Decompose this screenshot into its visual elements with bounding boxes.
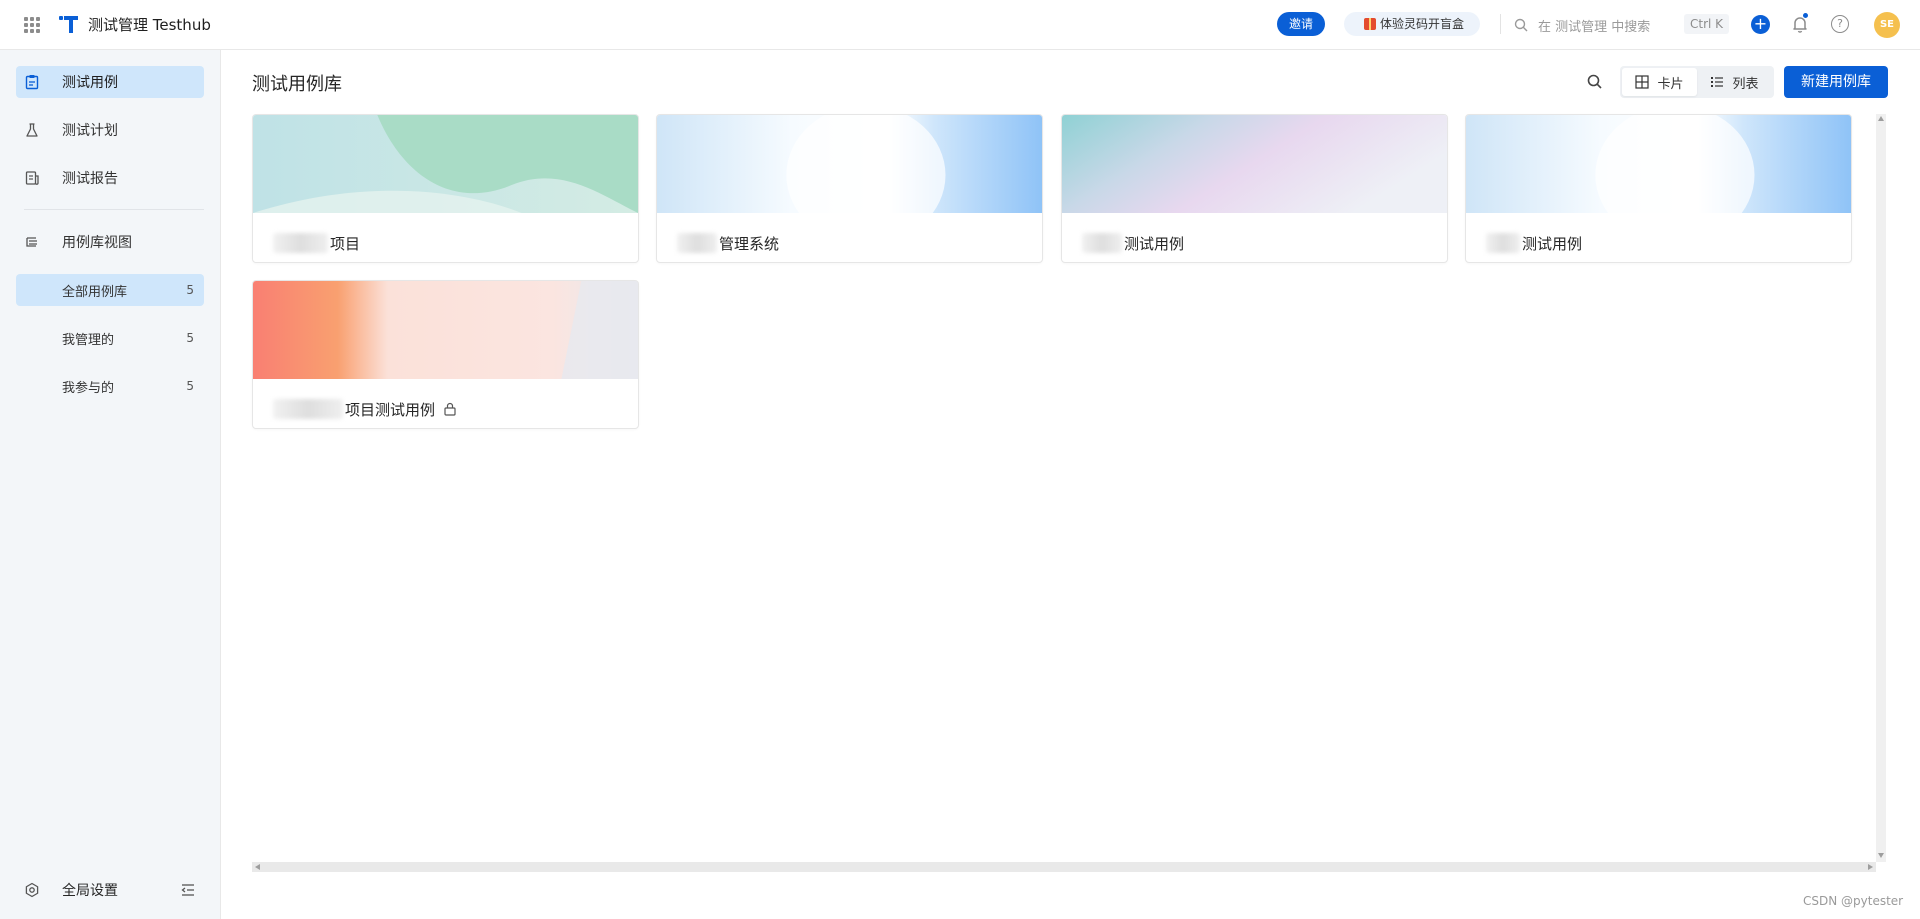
library-card[interactable]: 项目测试用例: [252, 280, 639, 429]
search-icon: [1514, 18, 1528, 32]
testhub-logo-icon: [59, 16, 78, 33]
card-title: 测试用例: [1082, 231, 1184, 255]
report-icon: [25, 171, 39, 185]
horizontal-scrollbar[interactable]: [252, 862, 1876, 872]
card-cover-image: [253, 115, 638, 213]
card-cover-image: [1466, 115, 1851, 213]
redacted-text: [677, 233, 717, 253]
library-card[interactable]: 项目: [252, 114, 639, 263]
list-icon: [1711, 77, 1724, 87]
card-cover-image: [657, 115, 1042, 213]
test-case-icon: [25, 75, 39, 90]
view-toggle: 卡片 列表: [1620, 66, 1774, 98]
scroll-up-icon[interactable]: [1878, 116, 1884, 121]
redacted-text: [1486, 233, 1520, 253]
sidebar-item-label: 我管理的: [62, 332, 115, 348]
card-title-text: 项目测试用例: [345, 400, 436, 419]
sidebar-item-library-view[interactable]: 用例库视图: [16, 226, 204, 258]
sidebar-item-label: 测试报告: [62, 171, 118, 187]
help-icon[interactable]: ?: [1831, 15, 1849, 33]
view-card-button[interactable]: 卡片: [1622, 68, 1697, 96]
card-title: 管理系统: [677, 231, 779, 255]
sidebar-item-test-reports[interactable]: 测试报告: [16, 162, 204, 194]
card-title-text: 项目: [330, 234, 361, 253]
redacted-text: [273, 233, 328, 253]
scroll-right-icon[interactable]: [1868, 864, 1873, 870]
sidebar-item-managed-by-me[interactable]: 我管理的 5: [16, 322, 204, 354]
count-badge: 5: [186, 331, 194, 345]
sidebar-item-label: 全部用例库: [62, 284, 128, 300]
sidebar: 测试用例 测试计划 测试报告 用例库视图 全部用例库 5 我管理的 5 我参与的…: [0, 50, 221, 919]
card-title-text: 测试用例: [1124, 234, 1185, 253]
view-card-label: 卡片: [1657, 76, 1684, 92]
divider: [1500, 14, 1501, 34]
view-list-label: 列表: [1732, 76, 1759, 92]
create-plus-icon[interactable]: +: [1751, 15, 1770, 34]
library-card[interactable]: 管理系统: [656, 114, 1043, 263]
global-settings[interactable]: 全局设置: [16, 874, 204, 906]
card-title: 测试用例: [1486, 231, 1582, 255]
library-view-icon: [26, 237, 37, 247]
settings-icon: [25, 882, 39, 898]
watermark: CSDN @pytester: [1803, 894, 1904, 908]
card-title-text: 管理系统: [719, 234, 780, 253]
card-title: 项目: [273, 231, 360, 255]
lock-icon: [444, 402, 456, 416]
invite-button[interactable]: 邀请: [1277, 12, 1326, 36]
card-cover-image: [253, 281, 638, 379]
settings-label: 全局设置: [62, 883, 118, 899]
count-badge: 5: [186, 379, 194, 393]
collapse-sidebar-icon[interactable]: [180, 882, 196, 898]
new-library-button[interactable]: 新建用例库: [1784, 66, 1888, 98]
promo-label: 体验灵码开盲盒: [1380, 17, 1465, 31]
sidebar-divider: [24, 209, 204, 210]
gift-icon: [1364, 18, 1376, 30]
global-search[interactable]: 在 测试管理 中搜索: [1514, 14, 1650, 36]
app-title: 测试管理 Testhub: [88, 15, 211, 34]
sidebar-item-participating[interactable]: 我参与的 5: [16, 370, 204, 402]
sidebar-item-test-plans[interactable]: 测试计划: [16, 114, 204, 146]
user-avatar[interactable]: SE: [1874, 12, 1900, 38]
page-title: 测试用例库: [252, 74, 342, 95]
vertical-scrollbar[interactable]: [1876, 114, 1886, 862]
count-badge: 5: [186, 283, 194, 297]
sidebar-item-test-cases[interactable]: 测试用例: [16, 66, 204, 98]
scroll-left-icon[interactable]: [255, 864, 260, 870]
notification-dot: [1802, 12, 1809, 19]
brand[interactable]: 测试管理 Testhub: [58, 13, 211, 35]
search-icon[interactable]: [1584, 71, 1606, 93]
redacted-text: [273, 399, 343, 419]
sidebar-item-label: 测试计划: [62, 123, 118, 139]
card-cover-image: [1062, 115, 1447, 213]
sidebar-item-label: 测试用例: [62, 75, 118, 91]
promo-button[interactable]: 体验灵码开盲盒: [1344, 12, 1481, 36]
redacted-text: [1082, 233, 1122, 253]
library-card[interactable]: 测试用例: [1061, 114, 1448, 263]
card-title-text: 测试用例: [1522, 234, 1583, 253]
scroll-down-icon[interactable]: [1878, 853, 1884, 858]
search-shortcut-badge: Ctrl K: [1684, 14, 1730, 34]
view-list-button[interactable]: 列表: [1697, 68, 1772, 96]
top-bar: 测试管理 Testhub 邀请 体验灵码开盲盒 在 测试管理 中搜索 Ctrl …: [0, 0, 1920, 50]
search-placeholder: 在 测试管理 中搜索: [1538, 19, 1651, 35]
library-card[interactable]: 测试用例: [1465, 114, 1852, 263]
app-grid-icon[interactable]: [24, 17, 40, 33]
sidebar-item-label: 我参与的: [62, 380, 115, 396]
card-title: 项目测试用例: [273, 397, 457, 421]
sidebar-item-all-libraries[interactable]: 全部用例库 5: [16, 274, 204, 306]
grid-icon: [1635, 75, 1650, 89]
sidebar-item-label: 用例库视图: [62, 235, 132, 251]
flask-icon: [26, 123, 38, 137]
